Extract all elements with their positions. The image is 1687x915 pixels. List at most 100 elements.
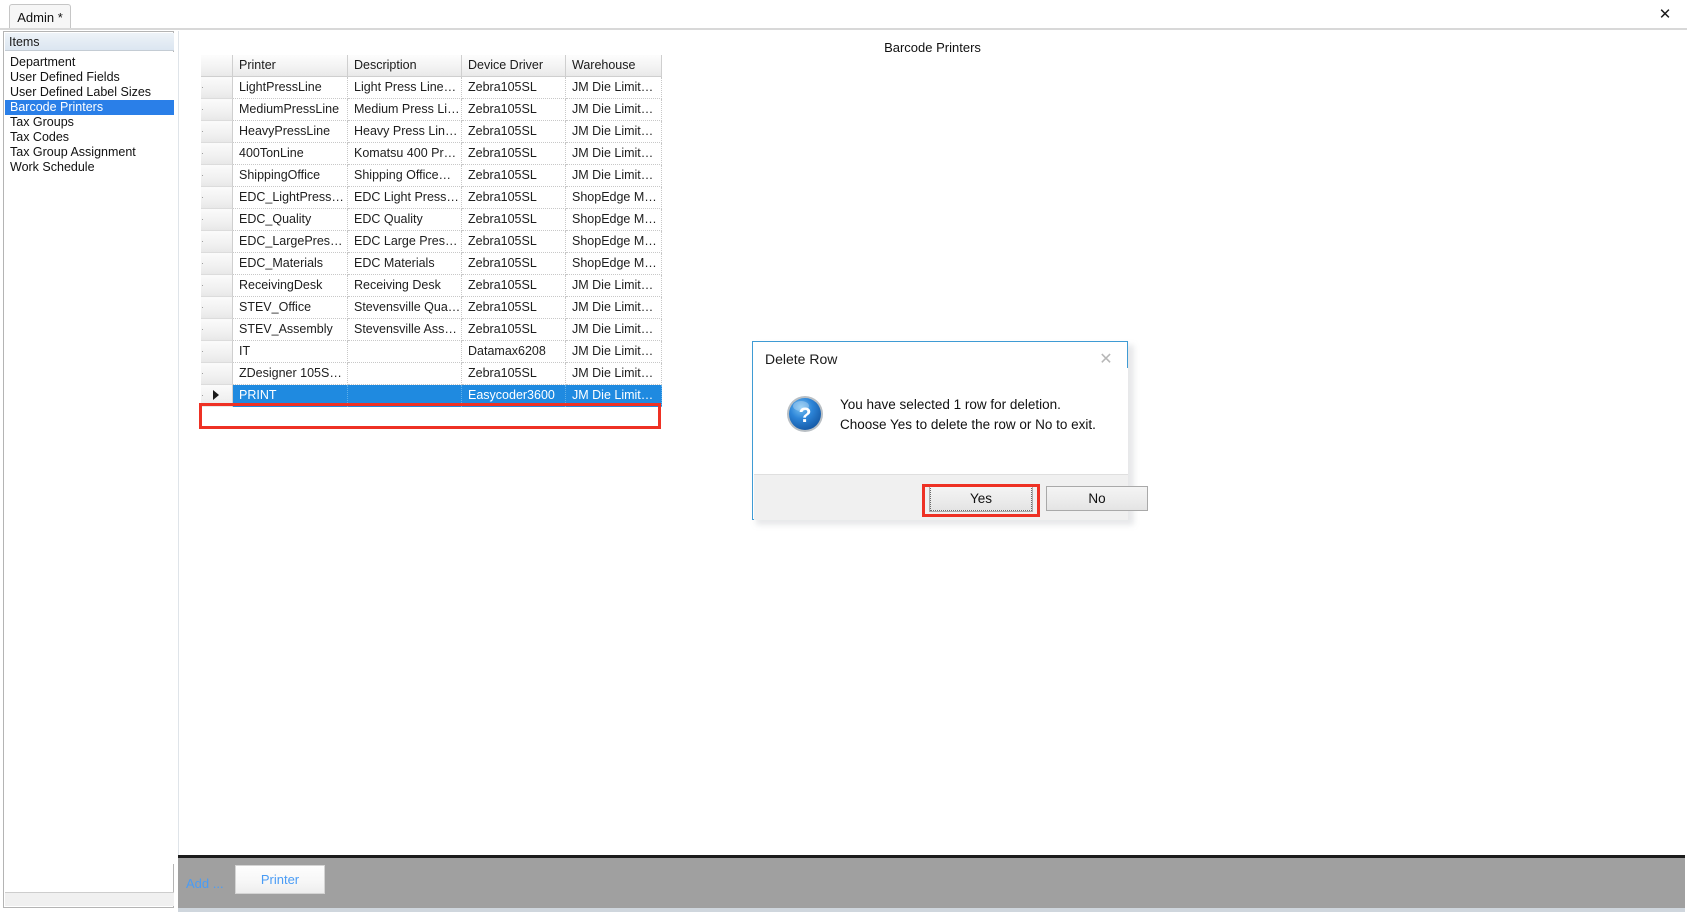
row-selector-cell[interactable]: ⋯ bbox=[201, 385, 233, 407]
cell-description[interactable]: Light Press Line… bbox=[348, 77, 462, 99]
add-printer-button[interactable]: Printer bbox=[235, 865, 325, 894]
cell-description[interactable]: EDC Large Pres… bbox=[348, 231, 462, 253]
cell-printer[interactable]: EDC_Quality bbox=[233, 209, 348, 231]
cell-warehouse[interactable]: ShopEdge M… bbox=[566, 209, 662, 231]
cell-warehouse[interactable]: JM Die Limit… bbox=[566, 77, 662, 99]
dialog-no-button[interactable]: No bbox=[1046, 486, 1148, 511]
grid-header-device-driver[interactable]: Device Driver bbox=[462, 55, 566, 77]
cell-device-driver[interactable]: Zebra105SL bbox=[462, 297, 566, 319]
cell-device-driver[interactable]: Easycoder3600 bbox=[462, 385, 566, 407]
cell-printer[interactable]: ShippingOffice bbox=[233, 165, 348, 187]
cell-device-driver[interactable]: Zebra105SL bbox=[462, 231, 566, 253]
table-row[interactable]: ⋯MediumPressLineMedium Press Li…Zebra105… bbox=[201, 99, 685, 121]
table-row[interactable]: ⋯HeavyPressLineHeavy Press Lin…Zebra105S… bbox=[201, 121, 685, 143]
cell-printer[interactable]: STEV_Office bbox=[233, 297, 348, 319]
cell-warehouse[interactable]: JM Die Limit… bbox=[566, 385, 662, 407]
cell-description[interactable] bbox=[348, 341, 462, 363]
row-selector-cell[interactable]: ⋯ bbox=[201, 143, 233, 165]
table-row[interactable]: ⋯STEV_OfficeStevensville Qua…Zebra105SLJ… bbox=[201, 297, 685, 319]
row-selector-cell[interactable]: ⋯ bbox=[201, 165, 233, 187]
table-row[interactable]: ⋯LightPressLineLight Press Line…Zebra105… bbox=[201, 77, 685, 99]
cell-printer[interactable]: STEV_Assembly bbox=[233, 319, 348, 341]
row-selector-cell[interactable]: ⋯ bbox=[201, 187, 233, 209]
cell-printer[interactable]: HeavyPressLine bbox=[233, 121, 348, 143]
cell-warehouse[interactable]: JM Die Limit… bbox=[566, 143, 662, 165]
dialog-close-icon[interactable]: ✕ bbox=[1095, 348, 1117, 368]
row-selector-cell[interactable]: ⋯ bbox=[201, 319, 233, 341]
table-row[interactable]: ⋯EDC_QualityEDC QualityZebra105SLShopEdg… bbox=[201, 209, 685, 231]
cell-description[interactable]: Receiving Desk bbox=[348, 275, 462, 297]
cell-printer[interactable]: LightPressLine bbox=[233, 77, 348, 99]
sidebar-item-department[interactable]: Department bbox=[5, 55, 174, 70]
cell-printer[interactable]: 400TonLine bbox=[233, 143, 348, 165]
row-selector-cell[interactable]: ⋯ bbox=[201, 341, 233, 363]
table-row[interactable]: ⋯EDC_MaterialsEDC MaterialsZebra105SLSho… bbox=[201, 253, 685, 275]
cell-printer[interactable]: ReceivingDesk bbox=[233, 275, 348, 297]
row-selector-cell[interactable]: ⋯ bbox=[201, 363, 233, 385]
cell-device-driver[interactable]: Zebra105SL bbox=[462, 165, 566, 187]
row-selector-cell[interactable]: ⋯ bbox=[201, 231, 233, 253]
cell-printer[interactable]: IT bbox=[233, 341, 348, 363]
cell-description[interactable] bbox=[348, 363, 462, 385]
cell-warehouse[interactable]: ShopEdge M… bbox=[566, 231, 662, 253]
table-row[interactable]: ⋯IT Datamax6208JM Die Limit… bbox=[201, 341, 685, 363]
close-icon[interactable]: ✕ bbox=[1653, 3, 1677, 25]
table-row[interactable]: ⋯EDC_LargePres…EDC Large Pres…Zebra105SL… bbox=[201, 231, 685, 253]
cell-device-driver[interactable]: Zebra105SL bbox=[462, 121, 566, 143]
cell-description[interactable]: EDC Materials bbox=[348, 253, 462, 275]
cell-device-driver[interactable]: Zebra105SL bbox=[462, 99, 566, 121]
add-label[interactable]: Add ... bbox=[186, 876, 224, 891]
table-row[interactable]: ⋯400TonLineKomatsu 400 Pr…Zebra105SLJM D… bbox=[201, 143, 685, 165]
cell-warehouse[interactable]: JM Die Limit… bbox=[566, 363, 662, 385]
table-row[interactable]: ⋯PRINT Easycoder3600JM Die Limit… bbox=[201, 385, 685, 407]
row-selector-cell[interactable]: ⋯ bbox=[201, 99, 233, 121]
row-selector-cell[interactable]: ⋯ bbox=[201, 121, 233, 143]
row-selector-cell[interactable]: ⋯ bbox=[201, 253, 233, 275]
cell-device-driver[interactable]: Zebra105SL bbox=[462, 319, 566, 341]
cell-device-driver[interactable]: Zebra105SL bbox=[462, 275, 566, 297]
cell-description[interactable]: Medium Press Li… bbox=[348, 99, 462, 121]
grid-header-warehouse[interactable]: Warehouse bbox=[566, 55, 662, 77]
row-selector-cell[interactable]: ⋯ bbox=[201, 275, 233, 297]
cell-description[interactable]: EDC Quality bbox=[348, 209, 462, 231]
cell-device-driver[interactable]: Zebra105SL bbox=[462, 209, 566, 231]
cell-device-driver[interactable]: Zebra105SL bbox=[462, 143, 566, 165]
cell-warehouse[interactable]: JM Die Limit… bbox=[566, 341, 662, 363]
cell-printer[interactable]: ZDesigner 105S… bbox=[233, 363, 348, 385]
sidebar-item-tax-group-assignment[interactable]: Tax Group Assignment bbox=[5, 145, 174, 160]
cell-warehouse[interactable]: JM Die Limit… bbox=[566, 319, 662, 341]
cell-printer[interactable]: EDC_LargePres… bbox=[233, 231, 348, 253]
cell-description[interactable]: Stevensville Qua… bbox=[348, 297, 462, 319]
cell-warehouse[interactable]: JM Die Limit… bbox=[566, 121, 662, 143]
table-row[interactable]: ⋯ShippingOfficeShipping Office…Zebra105S… bbox=[201, 165, 685, 187]
grid-header-description[interactable]: Description bbox=[348, 55, 462, 77]
sidebar-item-barcode-printers[interactable]: Barcode Printers bbox=[5, 100, 174, 115]
cell-printer[interactable]: MediumPressLine bbox=[233, 99, 348, 121]
cell-warehouse[interactable]: JM Die Limit… bbox=[566, 275, 662, 297]
row-selector-cell[interactable]: ⋯ bbox=[201, 297, 233, 319]
cell-device-driver[interactable]: Zebra105SL bbox=[462, 253, 566, 275]
sidebar-item-tax-codes[interactable]: Tax Codes bbox=[5, 130, 174, 145]
cell-printer[interactable]: EDC_LightPress… bbox=[233, 187, 348, 209]
tab-admin[interactable]: Admin * bbox=[9, 4, 71, 29]
cell-warehouse[interactable]: JM Die Limit… bbox=[566, 297, 662, 319]
cell-description[interactable]: Stevensville Ass… bbox=[348, 319, 462, 341]
cell-device-driver[interactable]: Datamax6208 bbox=[462, 341, 566, 363]
cell-printer[interactable]: PRINT bbox=[233, 385, 348, 407]
table-row[interactable]: ⋯EDC_LightPress…EDC Light Press…Zebra105… bbox=[201, 187, 685, 209]
grid-header-printer[interactable]: Printer bbox=[233, 55, 348, 77]
sidebar-item-tax-groups[interactable]: Tax Groups bbox=[5, 115, 174, 130]
table-row[interactable]: ⋯STEV_AssemblyStevensville Ass…Zebra105S… bbox=[201, 319, 685, 341]
cell-description[interactable] bbox=[348, 385, 462, 407]
cell-device-driver[interactable]: Zebra105SL bbox=[462, 77, 566, 99]
sidebar-item-user-defined-label-sizes[interactable]: User Defined Label Sizes bbox=[5, 85, 174, 100]
sidebar-item-user-defined-fields[interactable]: User Defined Fields bbox=[5, 70, 174, 85]
cell-warehouse[interactable]: ShopEdge M… bbox=[566, 253, 662, 275]
cell-description[interactable]: Heavy Press Lin… bbox=[348, 121, 462, 143]
cell-device-driver[interactable]: Zebra105SL bbox=[462, 363, 566, 385]
cell-warehouse[interactable]: JM Die Limit… bbox=[566, 99, 662, 121]
cell-description[interactable]: Komatsu 400 Pr… bbox=[348, 143, 462, 165]
cell-device-driver[interactable]: Zebra105SL bbox=[462, 187, 566, 209]
row-selector-cell[interactable]: ⋯ bbox=[201, 77, 233, 99]
dialog-yes-button[interactable]: Yes bbox=[929, 485, 1033, 512]
